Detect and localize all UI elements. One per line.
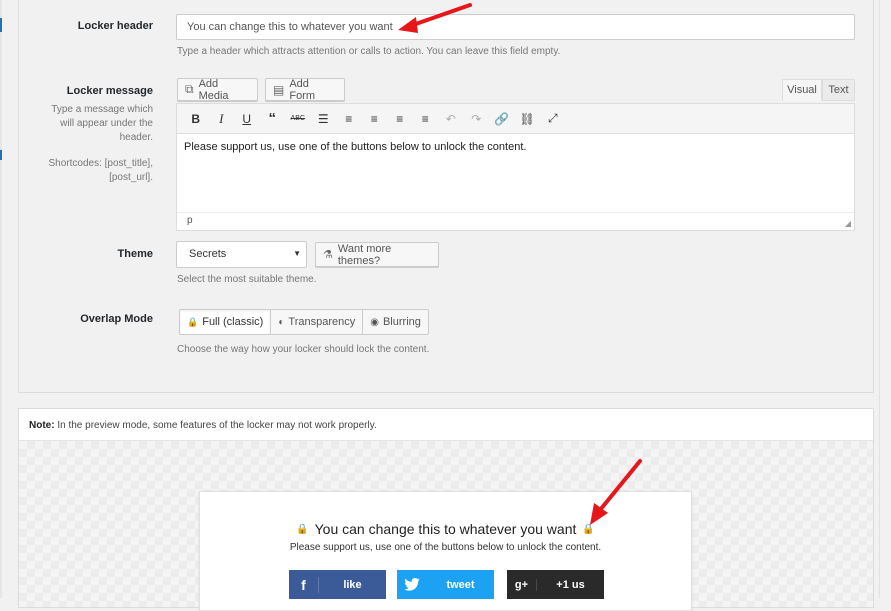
align-center-icon[interactable]: ≡: [387, 108, 413, 130]
preview-note: Note: In the preview mode, some features…: [19, 409, 873, 441]
twitter-icon: [397, 578, 427, 591]
sidebar-active-marker: [0, 18, 2, 32]
locker-message-editor: B I U “ ABC ☰ ≡ ≡ ≡ ≡ ↶ ↷ 🔗 ⛓ ⤢ Please s…: [176, 103, 855, 231]
bold-icon[interactable]: B: [183, 108, 209, 130]
chevron-down-icon: ▼: [293, 249, 301, 258]
align-right-icon[interactable]: ≡: [413, 108, 439, 130]
half-circle-icon: ◐: [278, 316, 285, 328]
overlap-option-full[interactable]: 🔒 Full (classic): [180, 310, 272, 334]
locker-preview-message: Please support us, use one of the button…: [289, 542, 602, 553]
want-more-themes-button[interactable]: ⚗ Want more themes?: [315, 242, 439, 267]
facebook-like-button[interactable]: f like: [289, 570, 386, 599]
lock-icon: 🔒: [296, 523, 309, 535]
numbered-list-icon[interactable]: ≡: [336, 108, 362, 130]
overlap-mode-label: Overlap Mode: [80, 313, 153, 325]
overlap-mode-hint: Choose the way how your locker should lo…: [177, 344, 430, 355]
facebook-icon: f: [289, 576, 319, 593]
tab-text[interactable]: Text: [822, 79, 855, 101]
locker-preview-title: 🔒 You can change this to whatever you wa…: [296, 521, 595, 537]
form-icon: ▤: [273, 82, 285, 97]
locker-message-label: Locker message: [66, 85, 153, 97]
overlap-mode-switch: 🔒 Full (classic) ◐ Transparency ◉ Blurri…: [179, 309, 429, 335]
theme-label: Theme: [117, 248, 153, 260]
bullet-list-icon[interactable]: ☰: [311, 108, 337, 130]
locker-header-label: Locker header: [77, 20, 153, 32]
element-path[interactable]: p: [187, 215, 193, 226]
sidebar-active-marker: [0, 150, 2, 160]
unlink-icon[interactable]: ⛓: [515, 108, 541, 130]
add-form-button[interactable]: ▤ Add Form: [265, 78, 345, 102]
locker-message-hint: Type a message which will appear under t…: [48, 104, 153, 183]
lock-icon: 🔒: [187, 316, 199, 327]
resize-handle-icon[interactable]: ◢: [845, 219, 851, 228]
strikethrough-icon[interactable]: ABC: [285, 108, 311, 130]
google-plus-icon: g+: [507, 578, 537, 591]
redo-icon[interactable]: ↷: [464, 108, 490, 130]
overlap-option-transparency[interactable]: ◐ Transparency: [271, 310, 364, 334]
locker-header-input[interactable]: [176, 14, 855, 40]
lock-icon: 🔒: [582, 523, 595, 535]
theme-hint: Select the most suitable theme.: [177, 274, 317, 285]
editor-content-area[interactable]: Please support us, use one of the button…: [177, 134, 854, 212]
admin-sidebar-edge: [0, 0, 2, 598]
locker-header-hint: Type a header which attracts attention o…: [177, 46, 561, 57]
editor-statusbar: p ◢: [177, 212, 854, 230]
blockquote-icon[interactable]: “: [260, 108, 286, 130]
locker-preview-box: 🔒 You can change this to whatever you wa…: [199, 491, 692, 611]
undo-icon[interactable]: ↶: [438, 108, 464, 130]
page-scrollbar[interactable]: [879, 0, 891, 598]
tab-visual[interactable]: Visual: [782, 79, 822, 101]
flask-icon: ⚗: [323, 249, 333, 261]
fullscreen-icon[interactable]: ⤢: [540, 108, 566, 130]
theme-select[interactable]: Secrets ▼: [176, 241, 307, 268]
link-icon[interactable]: 🔗: [489, 108, 515, 130]
twitter-tweet-button[interactable]: tweet: [397, 570, 494, 599]
align-left-icon[interactable]: ≡: [362, 108, 388, 130]
google-plus-one-button[interactable]: g+ +1 us: [507, 570, 604, 599]
italic-icon[interactable]: I: [209, 108, 235, 130]
target-icon: ◉: [370, 316, 379, 328]
add-media-icon: ⧉: [185, 82, 194, 96]
add-media-button[interactable]: ⧉ Add Media: [177, 78, 258, 102]
overlap-option-blurring[interactable]: ◉ Blurring: [363, 310, 428, 334]
editor-toolbar: B I U “ ABC ☰ ≡ ≡ ≡ ≡ ↶ ↷ 🔗 ⛓ ⤢: [177, 104, 854, 134]
underline-icon[interactable]: U: [234, 108, 260, 130]
